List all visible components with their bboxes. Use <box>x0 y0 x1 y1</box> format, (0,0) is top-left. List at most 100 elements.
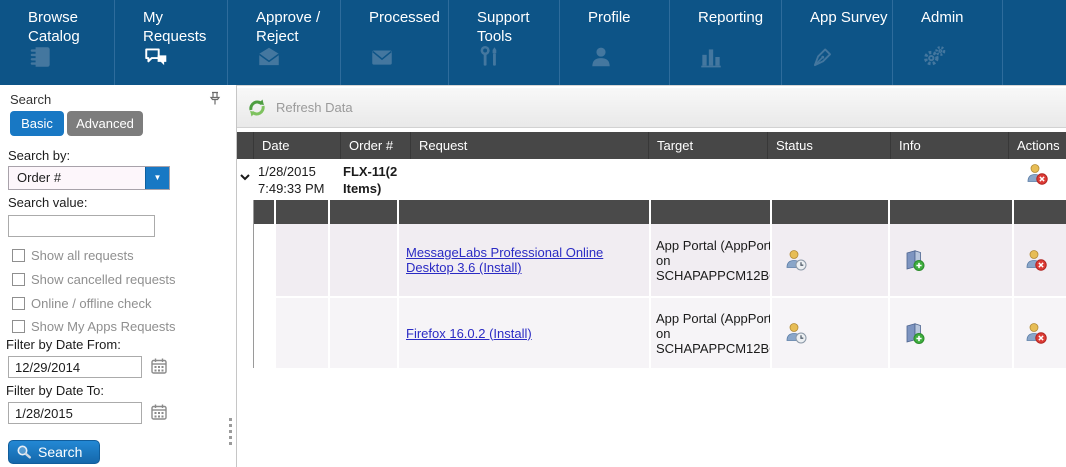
app-portal-window: Browse Catalog My Requests Approve / Rej… <box>0 0 1066 467</box>
tab-basic[interactable]: Basic <box>10 111 64 136</box>
chat-bubbles-icon <box>143 44 169 70</box>
person-icon <box>588 44 614 70</box>
search-panel: Search Basic Advanced Search by: Order #… <box>0 85 237 467</box>
catalog-icon <box>28 44 54 70</box>
date-from-label: Filter by Date From: <box>6 337 121 352</box>
request-row: Firefox 16.0.2 (Install) App Portal (App… <box>254 298 1066 368</box>
column-header-actions[interactable]: Actions <box>1008 132 1066 159</box>
user-pending-icon <box>784 321 808 345</box>
column-header-target[interactable]: Target <box>648 132 767 159</box>
tab-label: Approve / Reject <box>256 8 340 46</box>
top-nav: Browse Catalog My Requests Approve / Rej… <box>0 0 1066 85</box>
column-header-status[interactable]: Status <box>767 132 890 159</box>
date-to-input[interactable] <box>8 402 142 424</box>
date-from-input[interactable] <box>8 356 142 378</box>
panel-splitter-handle[interactable] <box>229 418 233 448</box>
search-panel-title: Search <box>10 92 51 107</box>
search-by-label: Search by: <box>8 148 70 163</box>
row-status-cell <box>772 298 890 368</box>
tab-advanced[interactable]: Advanced <box>67 111 143 136</box>
checkbox-show-cancelled-requests[interactable]: Show cancelled requests <box>12 272 176 287</box>
package-add-icon[interactable] <box>902 321 926 345</box>
search-button[interactable]: Search <box>8 440 100 464</box>
tab-support-tools[interactable]: Support Tools <box>449 0 560 85</box>
row-request-cell: MessageLabs Professional Online Desktop … <box>399 224 651 296</box>
bar-chart-icon <box>698 44 724 70</box>
row-actions-cell <box>1014 224 1066 296</box>
row-actions-cell <box>1014 298 1066 368</box>
column-header-order[interactable]: Order # <box>340 132 410 159</box>
calendar-icon[interactable] <box>149 403 169 423</box>
checkbox-show-my-apps-requests[interactable]: Show My Apps Requests <box>12 319 176 334</box>
checkbox-show-all-requests[interactable]: Show all requests <box>12 248 134 263</box>
search-by-select[interactable]: Order # ▼ <box>8 166 170 190</box>
tools-icon <box>477 44 503 70</box>
tab-label: My Requests <box>143 8 227 46</box>
row-indent <box>254 298 276 368</box>
row-info-cell <box>890 224 1014 296</box>
tab-label: Support Tools <box>477 8 561 46</box>
row-indent <box>254 224 276 296</box>
tab-app-survey[interactable]: App Survey <box>782 0 893 85</box>
tab-profile[interactable]: Profile <box>560 0 670 85</box>
row-target-cell: App Portal (AppPortal) on SCHAPAPPCM12BO… <box>651 224 772 296</box>
checkbox-label: Show all requests <box>31 248 134 263</box>
search-value-input[interactable] <box>8 215 155 237</box>
search-by-value: Order # <box>9 167 145 189</box>
checkbox-label: Online / offline check <box>31 296 151 311</box>
grid-toolbar: Refresh Data <box>237 88 1066 128</box>
search-button-label: Search <box>38 444 82 460</box>
pen-icon <box>810 44 836 70</box>
row-date-cell <box>276 298 330 368</box>
user-pending-icon <box>784 248 808 272</box>
column-header-request[interactable]: Request <box>410 132 648 159</box>
nested-header-row <box>254 200 1066 224</box>
group-spacer <box>410 159 1008 200</box>
package-add-icon[interactable] <box>902 248 926 272</box>
envelope-open-icon <box>256 44 282 70</box>
column-header-info[interactable]: Info <box>890 132 1008 159</box>
group-order-number: FLX-11(2 Items) <box>340 159 410 200</box>
checkbox-box <box>12 320 25 333</box>
checkbox-online-offline-check[interactable]: Online / offline check <box>12 296 151 311</box>
tab-browse-catalog[interactable]: Browse Catalog <box>0 0 115 85</box>
tab-label: Processed <box>369 8 453 27</box>
checkbox-box <box>12 273 25 286</box>
nav-spacer <box>1003 0 1066 85</box>
cancel-request-icon[interactable] <box>1024 248 1048 272</box>
date-to-label: Filter by Date To: <box>6 383 104 398</box>
row-date-cell <box>276 224 330 296</box>
chevron-down-icon: ▼ <box>145 167 169 189</box>
search-value-label: Search value: <box>8 195 88 210</box>
envelope-icon <box>369 44 395 70</box>
row-target-cell: App Portal (AppPortal) on SCHAPAPPCM12BO… <box>651 298 772 368</box>
tab-processed[interactable]: Processed <box>341 0 449 85</box>
refresh-data-button[interactable]: Refresh Data <box>245 96 353 120</box>
tab-my-requests[interactable]: My Requests <box>115 0 228 85</box>
tab-label: Reporting <box>698 8 782 27</box>
calendar-icon[interactable] <box>149 357 169 377</box>
cancel-request-icon[interactable] <box>1024 321 1048 345</box>
checkbox-label: Show My Apps Requests <box>31 319 176 334</box>
collapse-chevron-icon[interactable] <box>237 159 253 200</box>
tab-approve-reject[interactable]: Approve / Reject <box>228 0 341 85</box>
column-header-expander <box>237 132 253 159</box>
column-header-date[interactable]: Date <box>253 132 340 159</box>
tab-admin[interactable]: Admin <box>893 0 1003 85</box>
request-link[interactable]: Firefox 16.0.2 (Install) <box>406 326 532 341</box>
cancel-request-icon[interactable] <box>1025 162 1049 186</box>
checkbox-box <box>12 249 25 262</box>
pin-icon[interactable] <box>208 91 222 107</box>
request-row: MessageLabs Professional Online Desktop … <box>254 224 1066 296</box>
tab-reporting[interactable]: Reporting <box>670 0 782 85</box>
grid-header: Date Order # Request Target Status Info … <box>237 132 1066 159</box>
refresh-label: Refresh Data <box>276 100 353 115</box>
order-group-row: 1/28/2015 7:49:33 PM FLX-11(2 Items) <box>237 159 1066 200</box>
tab-label: Browse Catalog <box>28 8 112 46</box>
group-actions-cell <box>1008 159 1066 200</box>
row-order-cell <box>330 224 399 296</box>
tab-label: Admin <box>921 8 1005 27</box>
request-link[interactable]: MessageLabs Professional Online Desktop … <box>406 245 643 275</box>
checkbox-box <box>12 297 25 310</box>
row-status-cell <box>772 224 890 296</box>
